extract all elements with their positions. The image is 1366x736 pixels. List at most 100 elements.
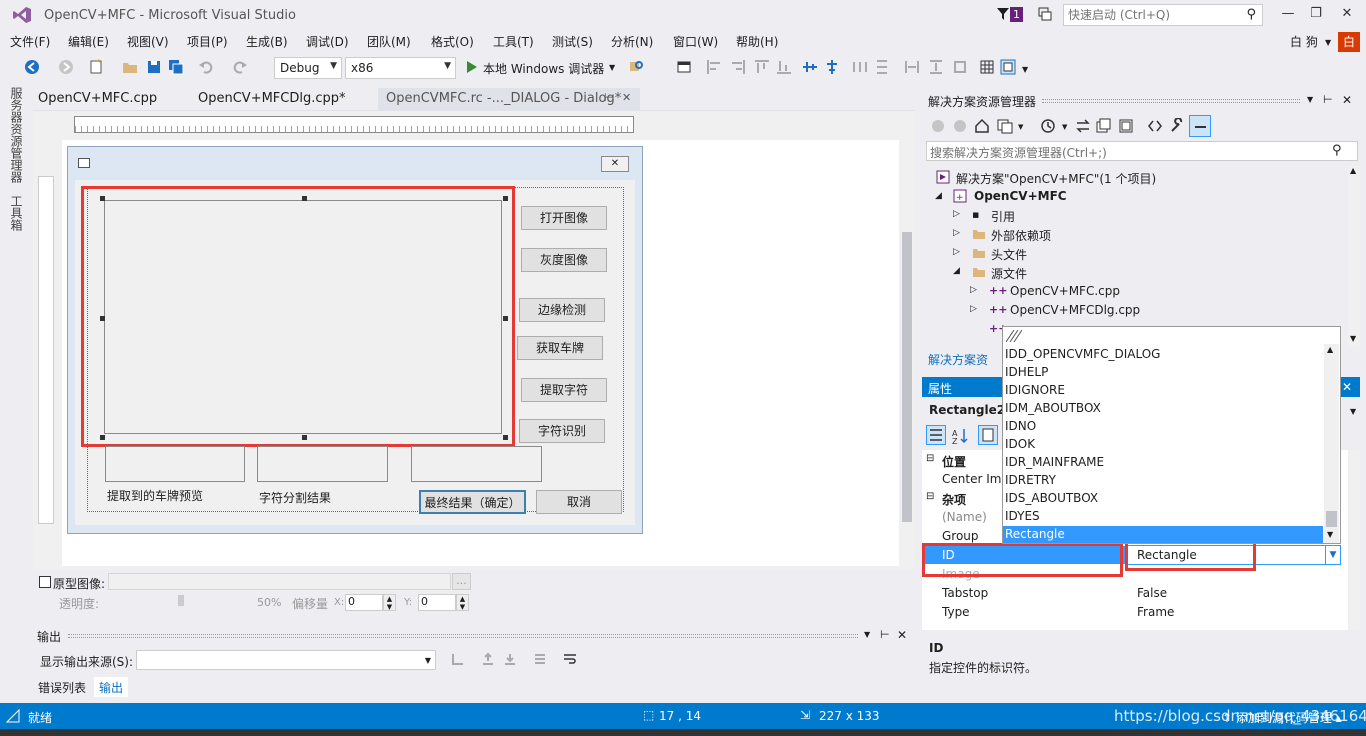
extract-chars-button[interactable]: 提取字符 xyxy=(521,378,607,402)
collapse-all-icon[interactable] xyxy=(1096,118,1112,134)
tab-error-list[interactable]: 错误列表 xyxy=(38,679,86,696)
expand-right-icon[interactable]: ▷ xyxy=(953,209,960,219)
show-all-files-icon[interactable] xyxy=(1118,118,1134,134)
align-top-icon[interactable] xyxy=(754,59,770,75)
back-icon[interactable] xyxy=(931,119,945,133)
avatar[interactable]: 白 xyxy=(1338,32,1360,52)
make-same-width-icon[interactable] xyxy=(904,59,920,75)
menu-view[interactable]: 视图(V) xyxy=(127,33,169,50)
new-project-icon[interactable] xyxy=(88,59,104,75)
id-option[interactable]: IDNO xyxy=(1005,419,1036,433)
center-horizontal-icon[interactable] xyxy=(824,59,840,75)
editor-scrollbar-thumb[interactable] xyxy=(902,232,912,522)
center-vertical-icon[interactable] xyxy=(802,59,818,75)
filter-icon[interactable] xyxy=(996,7,1010,21)
toggle-guides-icon[interactable] xyxy=(1000,59,1016,75)
tab-toolbox[interactable]: 工具箱 xyxy=(8,195,25,231)
menu-test[interactable]: 测试(S) xyxy=(552,33,593,50)
clear-all-icon[interactable] xyxy=(533,652,547,666)
space-down-icon[interactable] xyxy=(874,59,890,75)
gray-image-button[interactable]: 灰度图像 xyxy=(521,248,607,272)
plate-preview-frame[interactable] xyxy=(105,446,245,482)
menu-analyze[interactable]: 分析(N) xyxy=(611,33,653,50)
browse-button[interactable]: ... xyxy=(452,573,471,590)
final-result-ok-button[interactable]: 最终结果（确定） xyxy=(419,490,526,514)
segmentation-frame[interactable] xyxy=(257,446,388,482)
recognize-chars-button[interactable]: 字符识别 xyxy=(519,419,605,443)
id-option[interactable]: IDM_ABOUTBOX xyxy=(1005,401,1101,415)
close-icon[interactable]: ✕ xyxy=(1342,380,1352,394)
view-code-icon[interactable] xyxy=(1147,118,1163,134)
search-icon[interactable]: ⚲ xyxy=(1332,143,1342,158)
play-icon[interactable] xyxy=(464,59,480,75)
scroll-up-icon[interactable]: ▲ xyxy=(1327,345,1333,354)
offset-x-input[interactable]: 0 xyxy=(345,594,383,611)
scroll-up-icon[interactable]: ▲ xyxy=(1350,166,1356,175)
solution-scrollbar[interactable]: ▲ ▼ xyxy=(1348,166,1360,346)
back-icon[interactable] xyxy=(24,59,40,75)
scroll-down-icon[interactable]: ▼ xyxy=(1350,334,1356,343)
chevron-down-icon[interactable]: ▼ xyxy=(1022,65,1028,74)
prop-group[interactable]: Group xyxy=(942,529,979,543)
tree-header-files[interactable]: 头文件 xyxy=(991,246,1027,263)
pin-icon[interactable]: ⊢ xyxy=(880,628,890,641)
expand-down-icon[interactable]: ◢ xyxy=(935,191,942,201)
chevron-down-icon[interactable]: ▼ xyxy=(1325,546,1340,564)
collapse-icon[interactable]: ⊟ xyxy=(926,453,934,464)
platform-select[interactable]: x86 ▼ xyxy=(345,57,456,79)
prototype-image-checkbox[interactable] xyxy=(39,576,51,588)
find-message-icon[interactable] xyxy=(451,652,465,666)
collapse-icon[interactable]: ⊟ xyxy=(926,491,934,502)
tree-source-files[interactable]: 源文件 xyxy=(991,265,1027,282)
undo-icon[interactable] xyxy=(198,59,214,75)
word-wrap-icon[interactable] xyxy=(563,652,577,666)
align-bottom-icon[interactable] xyxy=(776,59,792,75)
chevron-down-icon[interactable]: ▼ xyxy=(609,63,615,72)
forward-icon[interactable] xyxy=(58,59,74,75)
save-icon[interactable] xyxy=(146,59,162,75)
tab-dialog-resource[interactable]: OpenCVMFC.rc -..._DIALOG - Dialog* ⊢ ✕ xyxy=(378,88,640,110)
pending-changes-icon[interactable] xyxy=(1040,118,1056,134)
prop-tabstop[interactable]: Tabstop xyxy=(942,586,988,600)
menu-format[interactable]: 格式(O) xyxy=(431,33,474,50)
align-left-icon[interactable] xyxy=(706,59,722,75)
quick-launch-box[interactable]: ⚲ xyxy=(1063,4,1263,26)
toggle-grid-icon[interactable] xyxy=(979,59,995,75)
tree-file-mfcdlg-cpp[interactable]: OpenCV+MFCDlg.cpp xyxy=(1010,303,1140,317)
offset-y-spinner[interactable]: ▲ ▼ xyxy=(456,594,469,611)
notification-badge[interactable]: 1 xyxy=(1010,7,1023,22)
get-plate-button[interactable]: 获取车牌 xyxy=(517,336,603,360)
id-option[interactable]: IDD_OPENCVMFC_DIALOG xyxy=(1005,347,1160,361)
home-icon[interactable] xyxy=(974,118,990,134)
tab-opencv-mfc-dlg-cpp[interactable]: OpenCV+MFCDlg.cpp* xyxy=(190,88,354,110)
id-dropdown-scrollbar[interactable]: ▲ ▼ xyxy=(1324,344,1339,543)
offset-x-spinner[interactable]: ▲ ▼ xyxy=(383,594,396,611)
categorized-view-button[interactable] xyxy=(926,425,946,445)
properties-scrollbar[interactable] xyxy=(1348,450,1360,630)
final-result-frame[interactable] xyxy=(411,446,542,482)
menu-build[interactable]: 生成(B) xyxy=(246,33,288,50)
expand-right-icon[interactable]: ▷ xyxy=(953,228,960,238)
tree-file-mfc-cpp[interactable]: OpenCV+MFC.cpp xyxy=(1010,284,1120,298)
forward-icon[interactable] xyxy=(953,119,967,133)
tree-solution[interactable]: 解决方案"OpenCV+MFC"(1 个项目) xyxy=(956,170,1156,187)
expand-right-icon[interactable]: ▷ xyxy=(970,304,977,314)
id-option[interactable]: IDR_MAINFRAME xyxy=(1005,455,1104,469)
space-across-icon[interactable] xyxy=(852,59,868,75)
prop-name[interactable]: (Name) xyxy=(942,510,987,524)
restore-button[interactable]: ❐ xyxy=(1303,4,1329,24)
make-same-size-icon[interactable] xyxy=(952,59,968,75)
solution-explorer-footer-tab[interactable]: 解决方案资 xyxy=(928,351,988,368)
save-all-icon[interactable] xyxy=(168,59,184,75)
properties-wrench-icon[interactable] xyxy=(1169,118,1185,134)
chevron-down-icon[interactable]: ▼ xyxy=(1307,95,1313,104)
prop-type[interactable]: Type xyxy=(942,605,970,619)
prop-center-image[interactable]: Center Ima xyxy=(942,472,1009,486)
scroll-down-icon[interactable]: ▼ xyxy=(1327,530,1333,539)
menu-window[interactable]: 窗口(W) xyxy=(673,33,718,50)
user-name[interactable]: 白 狗 xyxy=(1290,33,1318,50)
menu-debug[interactable]: 调试(D) xyxy=(306,33,349,50)
make-same-height-icon[interactable] xyxy=(928,59,944,75)
id-option[interactable]: IDS_ABOUTBOX xyxy=(1005,491,1098,505)
find-in-files-icon[interactable] xyxy=(628,59,644,75)
